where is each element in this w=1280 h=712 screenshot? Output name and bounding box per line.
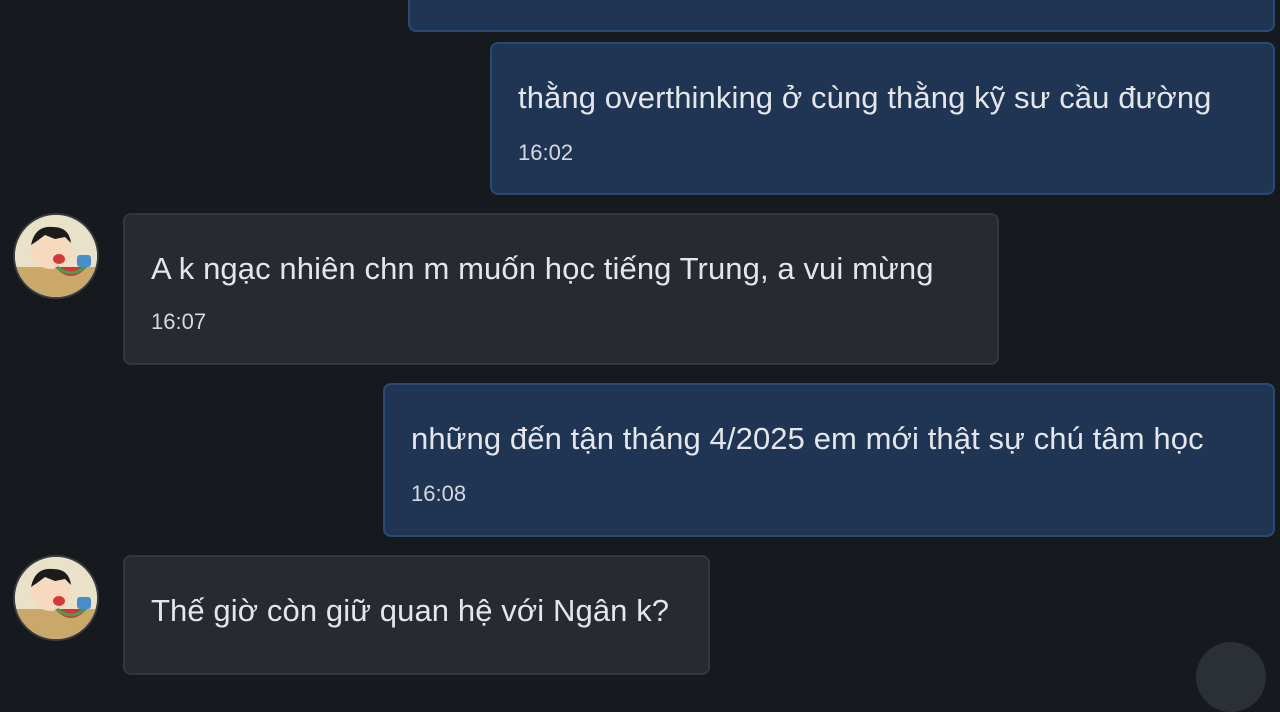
message-bubble-outgoing-partial[interactable] bbox=[408, 0, 1275, 32]
avatar[interactable] bbox=[13, 213, 99, 299]
cartoon-boy-avatar-icon bbox=[15, 215, 97, 297]
scroll-to-bottom-button[interactable] bbox=[1196, 642, 1266, 712]
message-bubble-incoming[interactable]: Thế giờ còn giữ quan hệ với Ngân k? bbox=[123, 555, 710, 675]
message-bubble-outgoing[interactable]: thằng overthinking ở cùng thằng kỹ sư cầ… bbox=[490, 42, 1275, 195]
message-text: thằng overthinking ở cùng thằng kỹ sư cầ… bbox=[518, 80, 1212, 115]
avatar[interactable] bbox=[13, 555, 99, 641]
message-text: những đến tận tháng 4/2025 em mới thật s… bbox=[411, 421, 1204, 456]
message-bubble-incoming[interactable]: A k ngạc nhiên chn m muốn học tiếng Trun… bbox=[123, 213, 999, 365]
message-text: Thế giờ còn giữ quan hệ với Ngân k? bbox=[151, 593, 670, 628]
message-time: 16:08 bbox=[411, 481, 467, 506]
message-text: A k ngạc nhiên chn m muốn học tiếng Trun… bbox=[151, 251, 934, 286]
message-time: 16:02 bbox=[518, 140, 574, 165]
message-time: 16:07 bbox=[151, 309, 207, 334]
message-bubble-outgoing[interactable]: những đến tận tháng 4/2025 em mới thật s… bbox=[383, 383, 1275, 537]
cartoon-boy-avatar-icon bbox=[15, 557, 97, 639]
